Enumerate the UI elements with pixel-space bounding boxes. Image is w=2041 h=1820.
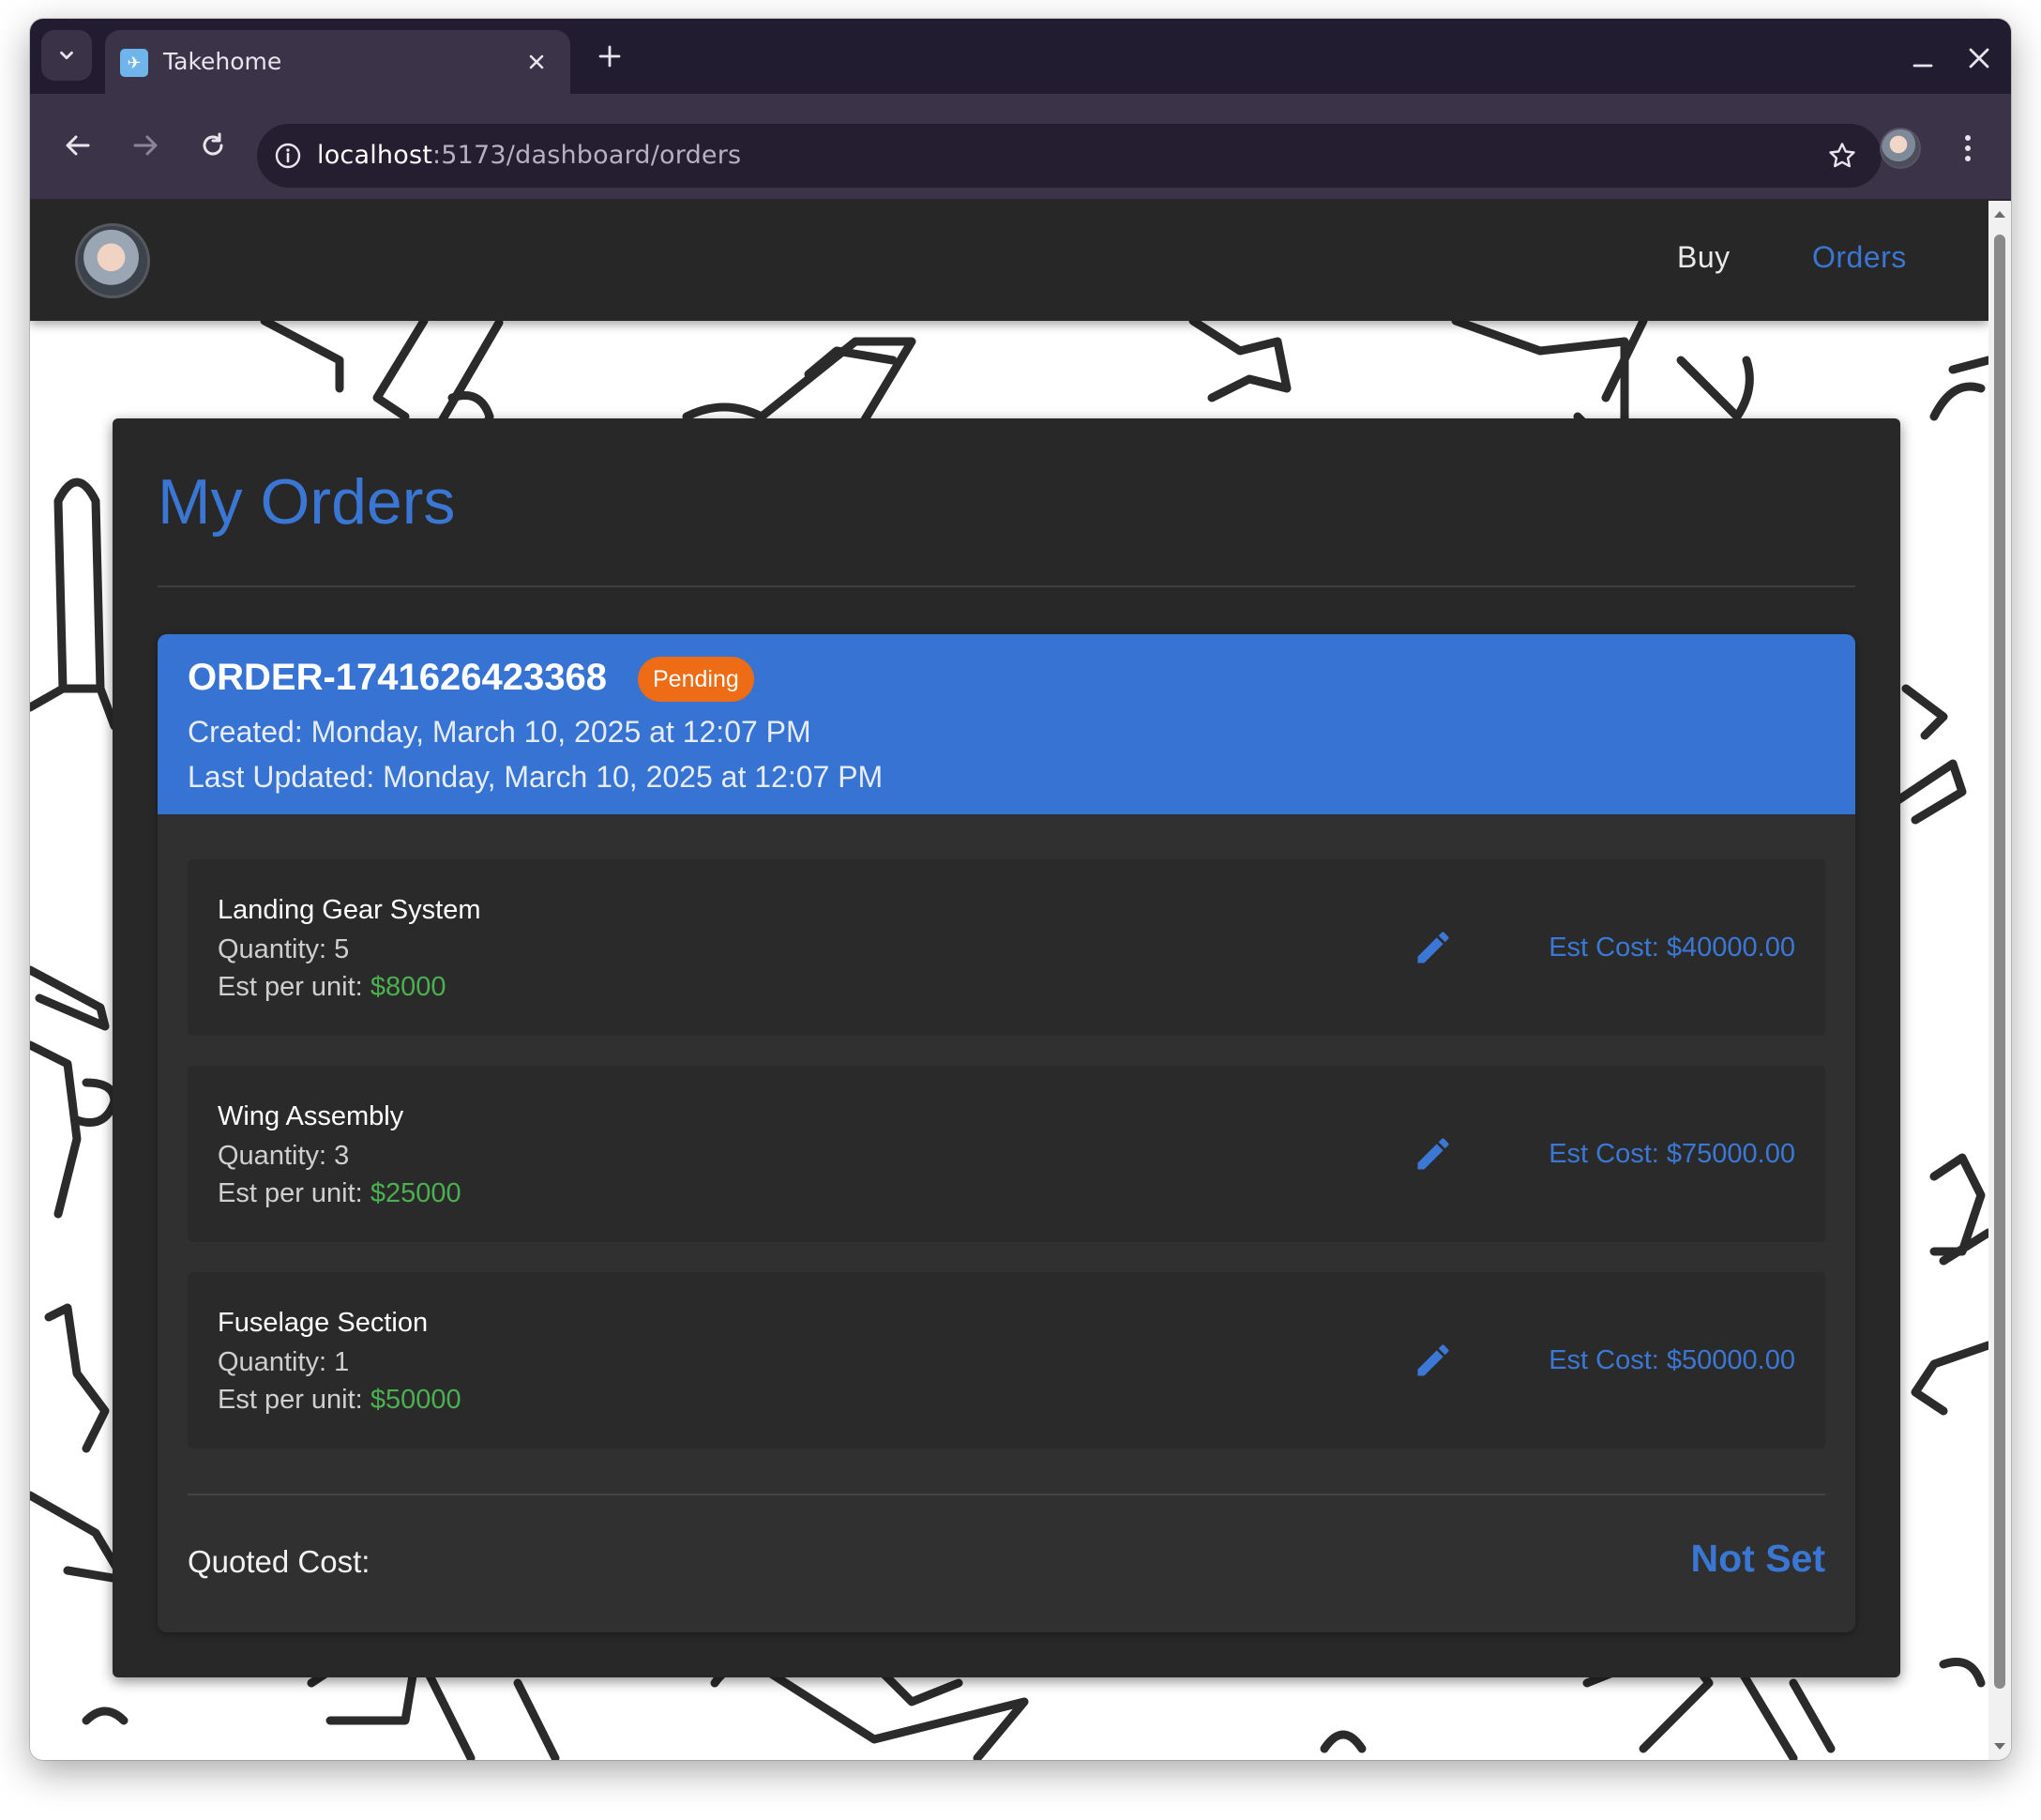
scroll-down-arrow-icon[interactable] [1992, 1739, 2007, 1754]
scrollbar[interactable] [1988, 201, 2011, 1760]
orders-panel: My Orders ORDER-1741626423368 Pending Cr… [113, 418, 1900, 1677]
quoted-cost-label: Quoted Cost: [188, 1544, 370, 1579]
item-quantity: Quantity: 5 [218, 934, 350, 964]
order-card: ORDER-1741626423368 Pending Created: Mon… [158, 634, 1855, 1632]
scroll-up-arrow-icon[interactable] [1992, 206, 2007, 221]
divider [188, 1494, 1825, 1495]
page-title: My Orders [158, 466, 456, 538]
plus-icon [598, 45, 621, 68]
tab-strip: ✈ Takehome [30, 19, 2011, 94]
scrollbar-thumb[interactable] [1994, 235, 2005, 1689]
url-host: localhost [317, 141, 432, 170]
more-vertical-icon[interactable] [1947, 128, 1988, 169]
arrow-right-icon [133, 135, 158, 156]
nav-link-buy[interactable]: Buy [1677, 240, 1731, 275]
order-id: ORDER-1741626423368 [188, 657, 607, 698]
order-item: Wing Assembly Quantity: 3 Est per unit: … [188, 1066, 1825, 1242]
address-bar[interactable]: localhost:5173/dashboard/orders [257, 124, 1882, 188]
item-est-cost: Est Cost: $50000.00 [1549, 1345, 1795, 1375]
nav-link-orders[interactable]: Orders [1812, 240, 1907, 275]
edit-item-button[interactable] [1411, 1338, 1456, 1383]
unit-price-value: $50000 [370, 1385, 461, 1415]
new-tab-button[interactable] [593, 39, 627, 73]
item-quantity: Quantity: 1 [218, 1347, 350, 1377]
edit-item-button[interactable] [1411, 925, 1456, 970]
app-header: Buy Orders [30, 201, 1988, 321]
item-unit-price: Est per unit: $25000 [218, 1178, 461, 1209]
page-viewport: Buy Orders My Orders ORDER-1741626423368… [30, 201, 1988, 1760]
edit-item-button[interactable] [1411, 1131, 1456, 1176]
url-text: localhost:5173/dashboard/orders [317, 141, 741, 170]
avatar[interactable] [75, 223, 150, 298]
info-icon[interactable] [272, 140, 304, 172]
back-button[interactable] [54, 122, 101, 169]
item-name: Wing Assembly [218, 1101, 404, 1131]
tab-search-button[interactable] [41, 30, 92, 81]
forward-button[interactable] [122, 122, 169, 169]
status-badge: Pending [638, 657, 754, 702]
star-icon[interactable] [1823, 137, 1861, 174]
pencil-icon [1417, 1138, 1449, 1170]
order-created-date: Created: Monday, March 10, 2025 at 12:07… [188, 715, 811, 749]
unit-price-value: $25000 [370, 1178, 461, 1208]
window-close-button[interactable] [1962, 41, 1996, 75]
browser-tab[interactable]: ✈ Takehome [105, 30, 570, 94]
item-name: Fuselage Section [218, 1308, 429, 1338]
reload-icon [203, 132, 223, 156]
item-quantity: Quantity: 3 [218, 1141, 350, 1171]
item-est-cost: Est Cost: $40000.00 [1549, 933, 1795, 963]
order-item: Fuselage Section Quantity: 1 Est per uni… [188, 1272, 1825, 1448]
item-unit-price: Est per unit: $50000 [218, 1385, 461, 1416]
order-item: Landing Gear System Quantity: 5 Est per … [188, 859, 1825, 1036]
reload-button[interactable] [189, 122, 236, 169]
order-header: ORDER-1741626423368 Pending Created: Mon… [158, 634, 1855, 814]
item-name: Landing Gear System [218, 895, 481, 925]
minimize-icon [1912, 64, 1933, 68]
tab-title: Takehome [163, 48, 282, 75]
item-unit-price: Est per unit: $8000 [218, 972, 446, 1003]
unit-price-label: Est per unit: [218, 1178, 370, 1208]
unit-price-label: Est per unit: [218, 1385, 370, 1415]
unit-price-label: Est per unit: [218, 972, 370, 1002]
browser-toolbar: localhost:5173/dashboard/orders [30, 94, 2011, 201]
browser-window: ✈ Takehome localhost:5173/dashboard/orde… [30, 19, 2011, 1760]
close-icon [1969, 48, 1989, 68]
arrow-left-icon [66, 135, 90, 156]
pencil-icon [1417, 932, 1449, 963]
item-est-cost: Est Cost: $75000.00 [1549, 1139, 1795, 1169]
unit-price-value: $8000 [370, 972, 446, 1002]
close-icon[interactable] [522, 47, 552, 77]
url-path: :5173/dashboard/orders [432, 141, 742, 170]
quoted-cost-value: Not Set [1690, 1537, 1826, 1580]
divider [158, 585, 1855, 587]
chevron-down-icon [60, 51, 73, 60]
airplane-icon: ✈ [120, 49, 148, 77]
profile-avatar[interactable] [1880, 128, 1921, 169]
order-updated-date: Last Updated: Monday, March 10, 2025 at … [188, 760, 884, 794]
minimize-button[interactable] [1906, 41, 1940, 75]
pencil-icon [1417, 1344, 1449, 1376]
